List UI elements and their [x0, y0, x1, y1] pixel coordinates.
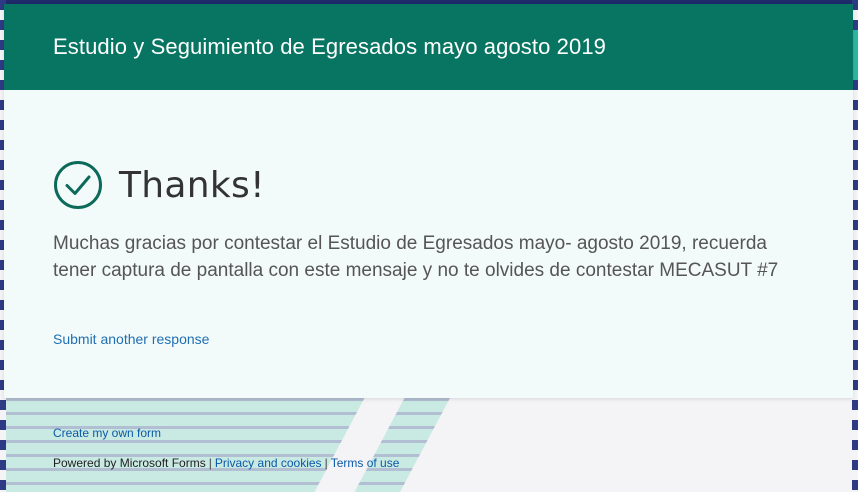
form-header: Estudio y Seguimiento de Egresados mayo …: [4, 4, 853, 90]
terms-of-use-link[interactable]: Terms of use: [331, 456, 400, 470]
footer-separator: |: [324, 456, 328, 470]
footer-powered-row: Powered by Microsoft Forms | Privacy and c…: [53, 456, 399, 470]
thanks-row: Thanks!: [53, 160, 853, 210]
check-circle-icon: [54, 161, 102, 209]
footer-separator: |: [208, 456, 212, 470]
thanks-heading: Thanks!: [119, 164, 265, 206]
privacy-and-cookies-link[interactable]: Privacy and cookies: [215, 456, 322, 470]
powered-by-text: Powered by Microsoft Forms: [53, 456, 206, 470]
confirmation-message: Muchas gracias por contestar el Estudio …: [53, 233, 779, 281]
create-my-own-form-link[interactable]: Create my own form: [53, 426, 399, 440]
footer: Create my own form Powered by Microsoft …: [53, 426, 399, 470]
confirmation-card: Estudio y Seguimiento de Egresados mayo …: [4, 4, 853, 398]
form-title: Estudio y Seguimiento de Egresados mayo …: [53, 34, 607, 59]
submit-another-response-link[interactable]: Submit another response: [53, 331, 209, 347]
